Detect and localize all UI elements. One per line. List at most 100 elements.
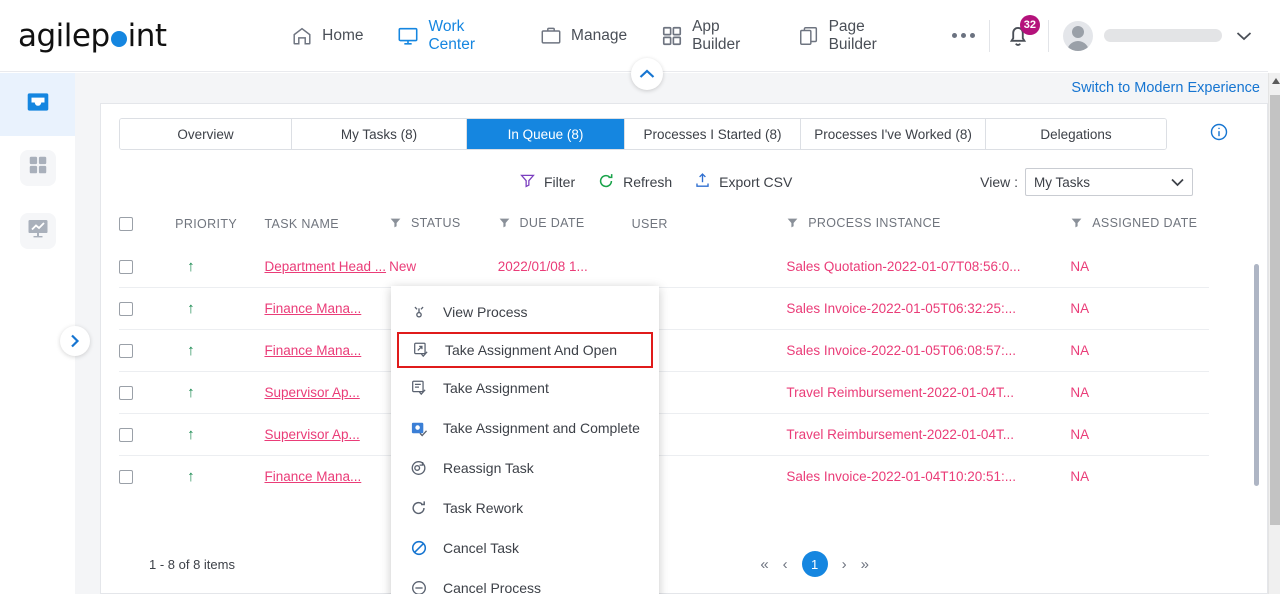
switch-to-modern-experience-link[interactable]: Switch to Modern Experience — [1071, 80, 1260, 96]
cell-assigned-date: NA — [1070, 455, 1209, 497]
rework-icon — [409, 498, 429, 518]
tab-my-tasks[interactable]: My Tasks (8) — [292, 119, 467, 149]
cell-priority: ↑ — [165, 371, 265, 414]
tab-processes-ive-worked[interactable]: Processes I've Worked (8) — [801, 119, 986, 149]
th-status[interactable]: STATUS — [389, 212, 498, 246]
menu-item-take-assignment-and-open[interactable]: Take Assignment And Open — [397, 332, 653, 368]
select-all-checkbox[interactable] — [119, 217, 133, 231]
modern-experience-bar: Switch to Modern Experience — [75, 73, 1268, 103]
chart-icon — [26, 216, 50, 245]
view-select[interactable]: My Tasks — [1025, 168, 1193, 196]
cell-task-name: Department Head ... — [264, 246, 389, 288]
cell-process-instance: Sales Quotation-2022-01-07T08:56:0... — [786, 259, 1021, 274]
rail-item-reports[interactable] — [0, 199, 75, 262]
nav-item-app-builder[interactable]: App Builder — [661, 18, 764, 54]
refresh-label: Refresh — [623, 174, 673, 190]
page-scrollbar[interactable] — [1268, 73, 1280, 594]
cell-priority: ↑ — [165, 455, 265, 497]
row-checkbox[interactable] — [119, 427, 133, 442]
table-row[interactable]: ↑ Finance Mana... Sales Invoice-2022-01-… — [119, 329, 1209, 372]
collapse-header-button[interactable] — [631, 58, 663, 90]
row-checkbox[interactable] — [119, 385, 133, 400]
filter-button[interactable]: Filter — [519, 172, 575, 192]
table-row[interactable]: ↑ Supervisor Ap... Travel Reimbursement-… — [119, 413, 1209, 456]
priority-high-icon: ↑ — [187, 384, 195, 401]
task-name-link[interactable]: Finance Mana... — [264, 301, 361, 316]
filter-label: Filter — [544, 174, 576, 190]
menu-item-cancel-process[interactable]: Cancel Process — [391, 568, 659, 594]
info-icon[interactable] — [1209, 122, 1229, 147]
column-filter-icon[interactable] — [389, 218, 406, 232]
logo-dot-icon — [110, 30, 127, 47]
task-name-link[interactable]: Supervisor Ap... — [264, 385, 359, 400]
divider — [989, 19, 990, 52]
column-filter-icon[interactable] — [786, 218, 803, 232]
menu-item-take-assignment-and-complete[interactable]: Take Assignment and Complete — [391, 408, 659, 448]
menu-label-task-rework: Task Rework — [443, 500, 524, 516]
agilepoint-logo[interactable]: agilep int — [18, 18, 191, 54]
menu-item-take-assignment[interactable]: Take Assignment — [391, 368, 659, 408]
pagination-prev[interactable]: ‹ — [783, 556, 788, 573]
th-due-date[interactable]: DUE DATE — [498, 212, 632, 246]
task-name-link[interactable]: Finance Mana... — [264, 343, 361, 358]
tab-overview[interactable]: Overview — [120, 119, 292, 149]
table-row[interactable]: ↑ Supervisor Ap... Travel Reimbursement-… — [119, 371, 1209, 414]
cancel-task-icon — [409, 538, 429, 558]
th-priority[interactable]: PRIORITY — [165, 212, 264, 246]
refresh-button[interactable]: Refresh — [597, 172, 672, 193]
nav-item-home[interactable]: Home — [291, 25, 363, 47]
rail-item-apps[interactable] — [0, 136, 75, 199]
nav-item-manage[interactable]: Manage — [540, 25, 627, 47]
avatar[interactable] — [1063, 20, 1093, 51]
table-row[interactable]: ↑ Finance Mana... Sales Invoice-2022-01-… — [119, 287, 1209, 330]
tab-processes-i-started[interactable]: Processes I Started (8) — [625, 119, 801, 149]
pagination-last[interactable]: » — [861, 556, 869, 573]
export-csv-button[interactable]: Export CSV — [694, 172, 792, 192]
row-checkbox[interactable] — [119, 469, 133, 484]
menu-label-cancel-task: Cancel Task — [443, 540, 520, 556]
menu-item-reassign-task[interactable]: Reassign Task — [391, 448, 659, 488]
nav-item-page-builder[interactable]: Page Builder — [798, 18, 908, 54]
table-scrollbar[interactable] — [1254, 264, 1259, 486]
more-options-icon[interactable] — [952, 33, 976, 38]
complete-icon — [409, 418, 429, 438]
menu-item-task-rework[interactable]: Task Rework — [391, 488, 659, 528]
pagination-page-1[interactable]: 1 — [801, 551, 828, 577]
task-context-menu: View Process Take Assignment And Open Ta… — [391, 286, 659, 594]
menu-item-cancel-task[interactable]: Cancel Task — [391, 528, 659, 568]
rail-item-inbox[interactable] — [0, 73, 75, 136]
table-row[interactable]: ↑ Department Head ... New 2022/01/08 1..… — [119, 246, 1209, 288]
table-row[interactable]: ↑ Finance Mana... Sales Invoice-2022-01-… — [119, 455, 1209, 497]
cell-user — [632, 246, 787, 288]
th-assigned-date[interactable]: ASSIGNED DATE — [1070, 212, 1209, 246]
chevron-down-icon[interactable] — [1236, 31, 1252, 41]
cell-assigned-date: NA — [1070, 287, 1209, 330]
cell-process-instance: Travel Reimbursement-2022-01-04T... — [786, 371, 1071, 414]
nav-label-page-builder: Page Builder — [828, 17, 877, 53]
cell-task-name: Supervisor Ap... — [264, 371, 390, 414]
pagination-first[interactable]: « — [760, 556, 768, 573]
page-scrollbar-thumb[interactable] — [1270, 95, 1280, 525]
task-name-link[interactable]: Finance Mana... — [264, 469, 361, 484]
tab-in-queue[interactable]: In Queue (8) — [467, 119, 625, 149]
menu-item-view-process[interactable]: View Process — [391, 292, 659, 332]
row-checkbox[interactable] — [119, 343, 133, 358]
th-task-name[interactable]: TASK NAME — [264, 212, 389, 246]
notifications-button[interactable]: 32 — [1004, 14, 1040, 51]
nav-item-work-center[interactable]: Work Center — [397, 18, 506, 54]
task-name-link[interactable]: Department Head ... — [264, 259, 386, 274]
column-filter-icon[interactable] — [498, 218, 515, 232]
cell-process-instance: Sales Invoice-2022-01-05T06:08:57:... — [786, 329, 1071, 372]
row-checkbox[interactable] — [119, 301, 133, 316]
row-checkbox[interactable] — [119, 259, 133, 274]
cell-priority: ↑ — [165, 287, 265, 330]
expand-sidebar-button[interactable] — [60, 326, 90, 356]
task-name-link[interactable]: Supervisor Ap... — [264, 427, 359, 442]
pagination-next[interactable]: › — [842, 556, 847, 573]
scroll-up-arrow-icon[interactable] — [1272, 78, 1280, 84]
th-process-instance[interactable]: PROCESS INSTANCE — [786, 212, 1070, 246]
menu-label-take-assignment-and-complete: Take Assignment and Complete — [443, 420, 640, 436]
column-filter-icon[interactable] — [1070, 218, 1087, 232]
tab-delegations[interactable]: Delegations — [986, 119, 1166, 149]
th-user[interactable]: USER — [632, 212, 787, 246]
